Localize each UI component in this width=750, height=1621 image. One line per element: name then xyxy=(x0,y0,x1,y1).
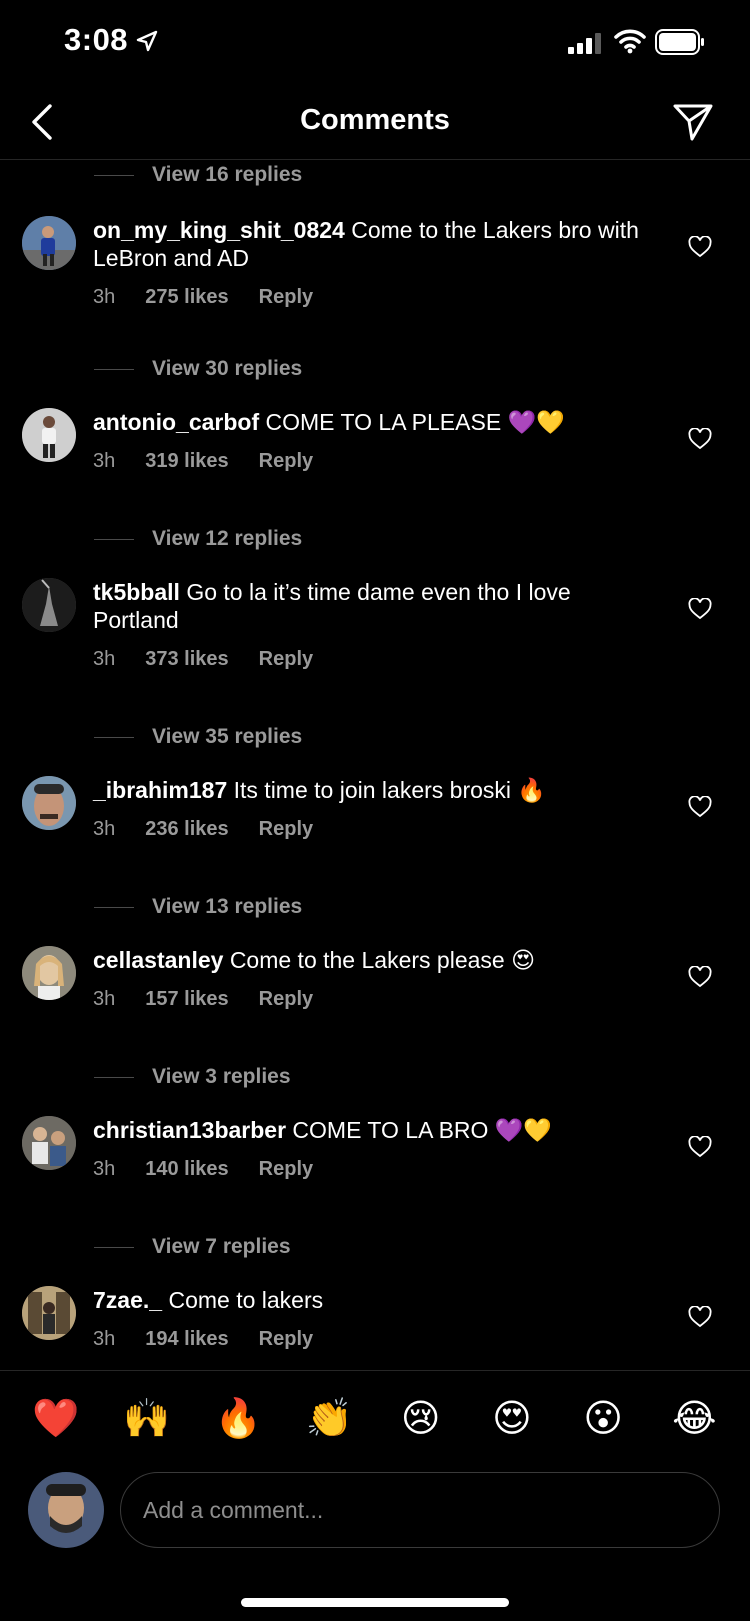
comment-likes[interactable]: 157 likes xyxy=(145,988,228,1011)
view-replies-link[interactable]: View 13 replies xyxy=(94,892,302,922)
view-replies-link[interactable]: View 7 replies xyxy=(94,1232,291,1262)
my-avatar xyxy=(28,1472,104,1548)
comment-body: cellastanley Come to the Lakers please 😍 xyxy=(93,946,653,974)
comment-time: 3h xyxy=(93,818,116,840)
avatar[interactable] xyxy=(22,946,76,1000)
reply-button[interactable]: Reply xyxy=(259,286,313,309)
comment-username[interactable]: christian13barber xyxy=(93,1117,286,1143)
comments-header: Comments xyxy=(0,88,750,160)
view-replies-link[interactable]: View 12 replies xyxy=(94,524,302,554)
view-replies-link[interactable]: View 35 replies xyxy=(94,722,302,752)
reply-button[interactable]: Reply xyxy=(259,1328,313,1351)
comment-likes[interactable]: 373 likes xyxy=(145,648,228,671)
view-replies-link[interactable]: View 16 replies xyxy=(94,160,302,190)
avatar[interactable] xyxy=(22,408,76,462)
heart-icon[interactable] xyxy=(688,1306,712,1328)
quick-reactions-bar: ❤️ 🙌 🔥 👏 😢 😍 😮 😂 xyxy=(0,1370,750,1466)
heart-icon[interactable] xyxy=(688,428,712,450)
comment-time: 3h xyxy=(93,988,116,1010)
comment-text: Come to the Lakers please 😍 xyxy=(229,947,536,973)
reply-button[interactable]: Reply xyxy=(259,818,313,841)
comment-meta: 3h 236 likes Reply xyxy=(93,818,343,841)
comment-username[interactable]: tk5bball xyxy=(93,579,180,605)
comment-text: COME TO LA BRO 💜💛 xyxy=(292,1117,553,1143)
comment-time: 3h xyxy=(93,450,116,472)
add-comment-input[interactable] xyxy=(120,1472,720,1548)
comments-list: View 16 replies on_my_king_shit_0824 Com… xyxy=(0,160,750,1370)
reply-button[interactable]: Reply xyxy=(259,648,313,671)
comment-meta: 3h 275 likes Reply xyxy=(93,286,343,309)
comment-body: on_my_king_shit_0824 Come to the Lakers … xyxy=(93,216,653,272)
comment-body: _ibrahim187 Its time to join lakers bros… xyxy=(93,776,653,804)
comment-username[interactable]: cellastanley xyxy=(93,947,223,973)
heart-icon[interactable] xyxy=(688,796,712,818)
comment-body: antonio_carbof COME TO LA PLEASE 💜💛 xyxy=(93,408,653,436)
heart-icon[interactable] xyxy=(688,598,712,620)
comment-time: 3h xyxy=(93,648,116,670)
comment-composer xyxy=(0,1466,750,1566)
reaction-crying-emoji[interactable]: 😢 xyxy=(397,1395,445,1443)
comment-meta: 3h 194 likes Reply xyxy=(93,1328,343,1351)
comment-text: COME TO LA PLEASE 💜💛 xyxy=(265,409,565,435)
avatar[interactable] xyxy=(22,1116,76,1170)
home-indicator[interactable] xyxy=(241,1598,509,1607)
avatar[interactable] xyxy=(22,216,76,270)
comment-username[interactable]: 7zae._ xyxy=(93,1287,162,1313)
heart-icon[interactable] xyxy=(688,236,712,258)
comment-meta: 3h 319 likes Reply xyxy=(93,450,343,473)
comment-time: 3h xyxy=(93,286,116,308)
heart-icon[interactable] xyxy=(688,966,712,988)
battery-icon xyxy=(655,29,704,55)
avatar[interactable] xyxy=(22,1286,76,1340)
avatar[interactable] xyxy=(22,578,76,632)
reply-button[interactable]: Reply xyxy=(259,988,313,1011)
comment-text: Come to lakers xyxy=(168,1287,324,1313)
status-bar: 3:08 xyxy=(0,0,750,88)
comment-likes[interactable]: 140 likes xyxy=(145,1158,228,1181)
comment-meta: 3h 157 likes Reply xyxy=(93,988,343,1011)
reaction-fire-emoji[interactable]: 🔥 xyxy=(214,1395,262,1443)
reaction-heart-emoji[interactable]: ❤️ xyxy=(32,1395,80,1443)
wifi-icon xyxy=(614,29,646,54)
comment-username[interactable]: on_my_king_shit_0824 xyxy=(93,217,345,243)
page-title: Comments xyxy=(300,104,450,136)
reaction-clapping-emoji[interactable]: 👏 xyxy=(305,1395,353,1443)
comment-likes[interactable]: 236 likes xyxy=(145,818,228,841)
comment-likes[interactable]: 319 likes xyxy=(145,450,228,473)
comment-meta: 3h 140 likes Reply xyxy=(93,1158,343,1181)
comment-body: tk5bball Go to la it’s time dame even th… xyxy=(93,578,653,634)
location-arrow-icon xyxy=(136,30,158,52)
status-time: 3:08 xyxy=(64,22,129,57)
comment-body: christian13barber COME TO LA BRO 💜💛 xyxy=(93,1116,653,1144)
comment-likes[interactable]: 275 likes xyxy=(145,286,228,309)
reaction-laughing-emoji[interactable]: 😂 xyxy=(670,1395,718,1443)
view-replies-link[interactable]: View 3 replies xyxy=(94,1062,291,1092)
reaction-heart-eyes-emoji[interactable]: 😍 xyxy=(488,1395,536,1443)
send-direct-icon[interactable] xyxy=(672,102,714,142)
comment-meta: 3h 373 likes Reply xyxy=(93,648,343,671)
comment-body: 7zae._ Come to lakers xyxy=(93,1286,653,1314)
avatar[interactable] xyxy=(22,776,76,830)
reaction-surprised-emoji[interactable]: 😮 xyxy=(579,1395,627,1443)
comment-username[interactable]: _ibrahim187 xyxy=(93,777,227,803)
comment-time: 3h xyxy=(93,1328,116,1350)
comment-likes[interactable]: 194 likes xyxy=(145,1328,228,1351)
reply-button[interactable]: Reply xyxy=(259,450,313,473)
heart-icon[interactable] xyxy=(688,1136,712,1158)
view-replies-link[interactable]: View 30 replies xyxy=(94,354,302,384)
comment-text: Its time to join lakers broski 🔥 xyxy=(233,777,547,803)
comment-username[interactable]: antonio_carbof xyxy=(93,409,259,435)
cellular-signal-icon xyxy=(568,33,601,54)
reply-button[interactable]: Reply xyxy=(259,1158,313,1181)
reaction-raised-hands-emoji[interactable]: 🙌 xyxy=(123,1395,171,1443)
comment-time: 3h xyxy=(93,1158,116,1180)
